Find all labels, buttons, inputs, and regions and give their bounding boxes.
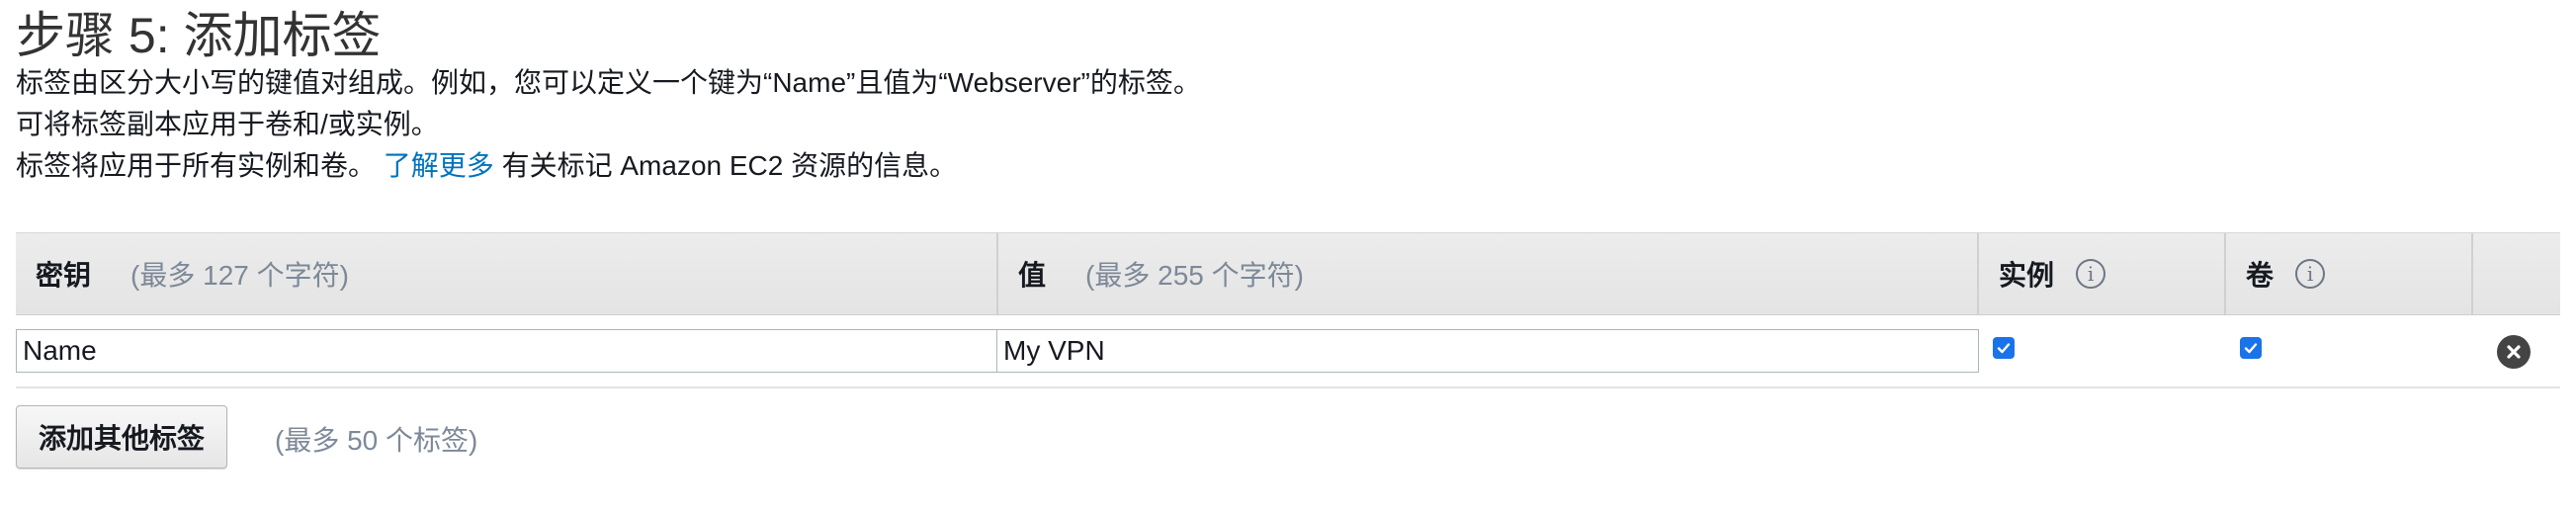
checkbox-checked-icon [2244, 343, 2258, 354]
column-volumes: 卷 i [2224, 233, 2471, 314]
column-volumes-label: 卷 [2246, 260, 2275, 291]
volumes-checkbox[interactable] [2240, 337, 2262, 359]
tag-key-input[interactable] [16, 329, 998, 373]
remove-tag-button[interactable] [2497, 335, 2531, 369]
remove-circle-icon [2507, 345, 2521, 359]
learn-more-link[interactable]: 了解更多 [384, 150, 494, 181]
table-row [16, 315, 2560, 388]
info-icon[interactable]: i [2295, 259, 2326, 289]
column-value-label: 值 [1018, 260, 1047, 291]
tags-table: 密钥 (最多 127 个字符) 值 (最多 255 个字符) 实例 i 卷 i [16, 232, 2560, 388]
page-title: 步骤 5: 添加标签 [16, 8, 382, 63]
column-value: 值 (最多 255 个字符) [996, 233, 1985, 314]
description-line-3: 标签将应用于所有实例和卷。 了解更多 有关标记 Amazon EC2 资源的信息… [16, 148, 957, 184]
column-actions [2471, 233, 2560, 314]
tags-table-header: 密钥 (最多 127 个字符) 值 (最多 255 个字符) 实例 i 卷 i [16, 232, 2560, 315]
description-line-3-prefix: 标签将应用于所有实例和卷。 [16, 150, 377, 181]
instances-checkbox[interactable] [1993, 337, 2015, 359]
description-line-1: 标签由区分大小写的键值对组成。例如，您可以定义一个键为“Name”且值为“Web… [16, 67, 1201, 98]
tag-limit-hint: (最多 50 个标签) [275, 425, 478, 456]
description-line-3-suffix: 有关标记 Amazon EC2 资源的信息。 [501, 150, 958, 181]
tag-value-input[interactable] [996, 329, 1979, 373]
column-key-label: 密钥 [36, 260, 92, 291]
info-icon[interactable]: i [2076, 259, 2106, 289]
add-tag-button[interactable]: 添加其他标签 [16, 405, 228, 469]
description-line-2: 可将标签副本应用于卷和/或实例。 [16, 109, 439, 139]
column-value-hint: (最多 255 个字符) [1085, 260, 1304, 291]
column-key: 密钥 (最多 127 个字符) [16, 233, 1004, 314]
checkbox-checked-icon [1997, 343, 2011, 354]
column-key-hint: (最多 127 个字符) [130, 260, 349, 291]
column-instances-label: 实例 [1999, 260, 2055, 291]
column-instances: 实例 i [1977, 233, 2224, 314]
